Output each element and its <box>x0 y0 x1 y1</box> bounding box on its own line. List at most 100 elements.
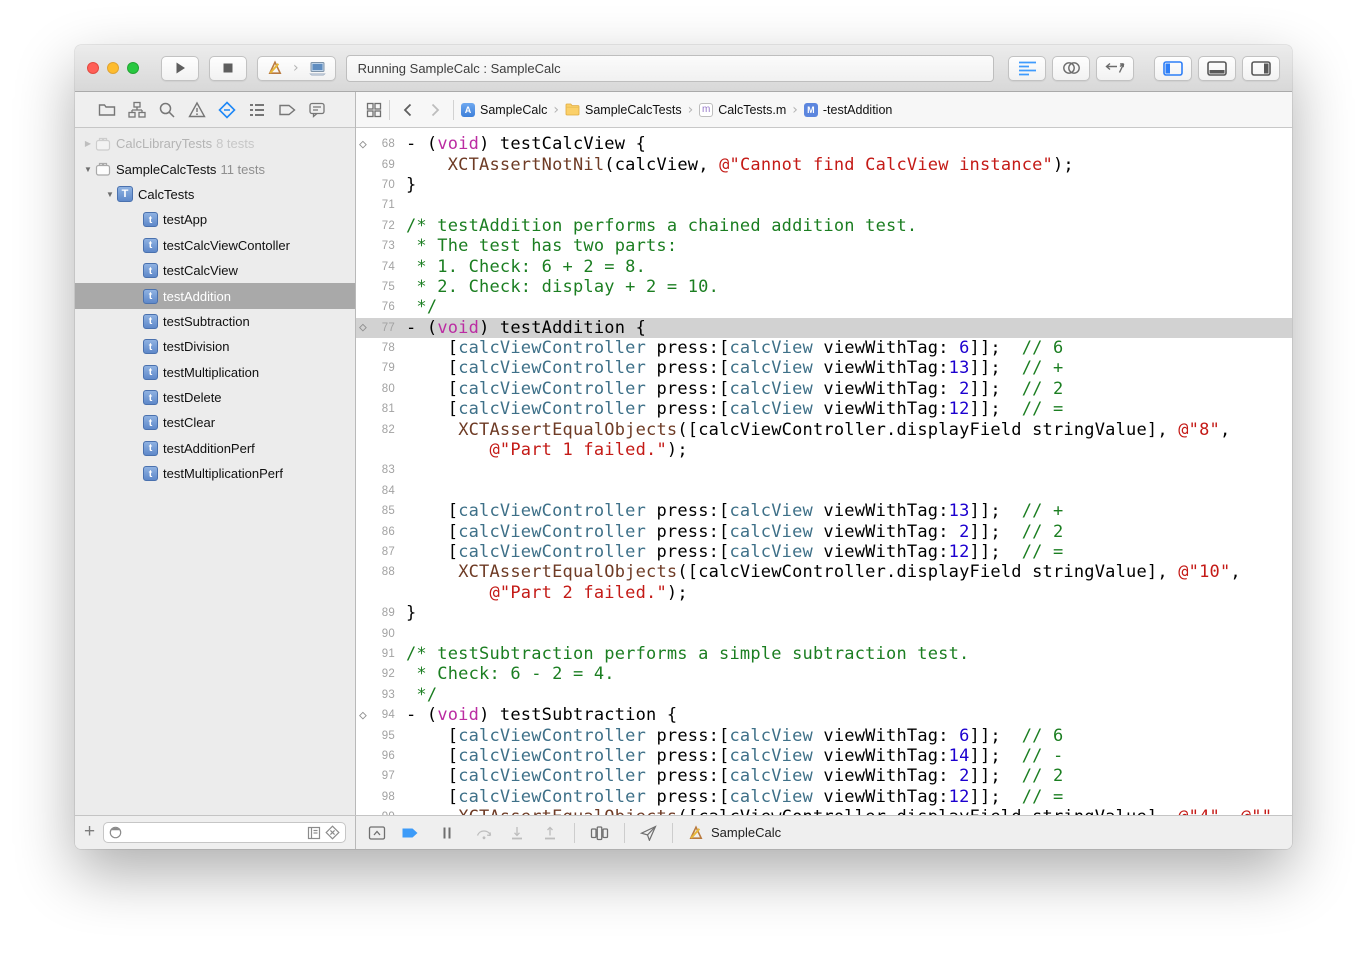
gutter[interactable]: ◇68 <box>356 138 402 151</box>
code-line[interactable]: 83 <box>356 460 1292 480</box>
test-diamond-icon[interactable]: ◇ <box>359 321 374 334</box>
gutter[interactable]: 76 <box>356 301 402 313</box>
standard-editor-button[interactable] <box>1008 56 1046 81</box>
issue-navigator-tab[interactable] <box>187 100 207 120</box>
gutter[interactable]: 95 <box>356 730 402 742</box>
stop-button[interactable] <box>209 56 247 81</box>
code-line[interactable]: 79 [calcViewController press:[calcView v… <box>356 358 1292 378</box>
run-button[interactable] <box>161 56 199 81</box>
test-navigator-row[interactable]: ttestClear <box>75 410 355 435</box>
test-navigator-row[interactable]: ▼SampleCalcTests11 tests <box>75 156 355 181</box>
close-button[interactable] <box>87 62 99 74</box>
scheme-selector[interactable]: › <box>257 56 336 81</box>
code-line[interactable]: 82 XCTAssertEqualObjects([calcViewContro… <box>356 419 1292 439</box>
code-line[interactable]: 86 [calcViewController press:[calcView v… <box>356 521 1292 541</box>
find-navigator-tab[interactable] <box>157 100 177 120</box>
step-over-button[interactable] <box>475 825 493 841</box>
gutter[interactable]: 73 <box>356 240 402 252</box>
code-line[interactable]: 69 XCTAssertNotNil(calcView, @"Cannot fi… <box>356 154 1292 174</box>
test-navigator-row[interactable]: ttestCalcView <box>75 258 355 283</box>
gutter[interactable]: 78 <box>356 342 402 354</box>
disclosure-triangle-icon[interactable]: ▶ <box>81 139 95 148</box>
version-editor-button[interactable] <box>1096 56 1134 81</box>
gutter[interactable]: 93 <box>356 689 402 701</box>
toggle-utilities-button[interactable] <box>1242 56 1280 81</box>
gutter[interactable]: 80 <box>356 383 402 395</box>
gutter[interactable]: 82 <box>356 424 402 436</box>
gutter[interactable]: 71 <box>356 199 402 211</box>
test-navigator-row[interactable]: ttestAddition <box>75 283 355 308</box>
gutter[interactable]: 79 <box>356 362 402 374</box>
test-diamond-icon[interactable]: ◇ <box>359 138 374 151</box>
gutter[interactable]: 89 <box>356 607 402 619</box>
code-line[interactable]: 93 */ <box>356 685 1292 705</box>
disclosure-triangle-icon[interactable]: ▼ <box>81 165 95 174</box>
code-line[interactable]: @"Part 1 failed."); <box>356 440 1292 460</box>
code-line[interactable]: 85 [calcViewController press:[calcView v… <box>356 501 1292 521</box>
code-line[interactable]: 81 [calcViewController press:[calcView v… <box>356 399 1292 419</box>
step-into-button[interactable] <box>508 825 526 841</box>
test-navigator-row[interactable]: ▼TCalcTests <box>75 182 355 207</box>
code-line[interactable]: 88 XCTAssertEqualObjects([calcViewContro… <box>356 562 1292 582</box>
gutter[interactable]: 90 <box>356 628 402 640</box>
gutter[interactable]: 70 <box>356 179 402 191</box>
pause-button[interactable] <box>440 825 454 841</box>
symbol-navigator-tab[interactable] <box>127 100 147 120</box>
debug-process-item[interactable]: SampleCalc <box>688 825 781 841</box>
code-line[interactable]: ◇77- (void) testAddition { <box>356 318 1292 338</box>
breadcrumb-item[interactable]: mCalcTests.m <box>699 103 786 117</box>
toggle-navigator-button[interactable] <box>1154 56 1192 81</box>
gutter[interactable]: 72 <box>356 220 402 232</box>
gutter[interactable]: 75 <box>356 281 402 293</box>
test-navigator-row[interactable]: ttestDelete <box>75 385 355 410</box>
code-line[interactable]: 74 * 1. Check: 6 + 2 = 8. <box>356 256 1292 276</box>
show-scheme-tests-icon[interactable] <box>307 826 321 840</box>
code-line[interactable]: 73 * The test has two parts: <box>356 236 1292 256</box>
breakpoint-navigator-tab[interactable] <box>277 100 297 120</box>
gutter[interactable]: ◇77 <box>356 321 402 334</box>
toggle-debug-area-button[interactable] <box>1198 56 1236 81</box>
code-line[interactable]: 80 [calcViewController press:[calcView v… <box>356 379 1292 399</box>
code-line[interactable]: 96 [calcViewController press:[calcView v… <box>356 746 1292 766</box>
code-line[interactable]: 97 [calcViewController press:[calcView v… <box>356 766 1292 786</box>
test-navigator-row[interactable]: ttestMultiplicationPerf <box>75 461 355 486</box>
gutter[interactable]: 83 <box>356 464 402 476</box>
test-diamond-icon[interactable]: ◇ <box>359 709 374 722</box>
show-failed-tests-icon[interactable] <box>325 825 340 840</box>
gutter[interactable]: 88 <box>356 566 402 578</box>
breakpoints-toggle-button[interactable] <box>401 825 419 841</box>
add-button[interactable]: + <box>84 822 95 841</box>
assistant-editor-button[interactable] <box>1052 56 1090 81</box>
code-line[interactable]: 92 * Check: 6 - 2 = 4. <box>356 664 1292 684</box>
zoom-button[interactable] <box>127 62 139 74</box>
gutter[interactable]: 84 <box>356 485 402 497</box>
test-navigator-row[interactable]: ttestSubtraction <box>75 309 355 334</box>
test-navigator-row[interactable]: ttestDivision <box>75 334 355 359</box>
code-line[interactable]: 72/* testAddition performs a chained add… <box>356 216 1292 236</box>
breadcrumb-item[interactable]: M-testAddition <box>804 103 892 117</box>
gutter[interactable]: 91 <box>356 648 402 660</box>
test-navigator-row[interactable]: ttestCalcViewContoller <box>75 233 355 258</box>
project-navigator-tab[interactable] <box>97 100 117 120</box>
gutter[interactable]: 97 <box>356 770 402 782</box>
gutter[interactable]: 87 <box>356 546 402 558</box>
code-line[interactable]: 84 <box>356 481 1292 501</box>
code-line[interactable]: 99 XCTAssertEqualObjects([calcViewContro… <box>356 807 1292 815</box>
code-line[interactable]: 78 [calcViewController press:[calcView v… <box>356 338 1292 358</box>
code-line[interactable]: 91/* testSubtraction performs a simple s… <box>356 644 1292 664</box>
disclosure-triangle-icon[interactable]: ▼ <box>103 190 117 199</box>
source-editor[interactable]: ◇68- (void) testCalcView {69 XCTAssertNo… <box>356 128 1292 815</box>
gutter[interactable]: ◇94 <box>356 709 402 722</box>
code-line[interactable]: 70} <box>356 175 1292 195</box>
test-navigator-tab[interactable] <box>217 100 237 120</box>
code-line[interactable]: 87 [calcViewController press:[calcView v… <box>356 542 1292 562</box>
code-line[interactable]: 95 [calcViewController press:[calcView v… <box>356 725 1292 745</box>
minimize-button[interactable] <box>107 62 119 74</box>
debug-view-hierarchy-button[interactable] <box>590 825 609 841</box>
test-navigator-row[interactable]: ttestAdditionPerf <box>75 436 355 461</box>
code-line[interactable]: 71 <box>356 195 1292 215</box>
gutter[interactable]: 96 <box>356 750 402 762</box>
simulate-location-button[interactable] <box>640 825 657 841</box>
gutter[interactable]: 81 <box>356 403 402 415</box>
code-line[interactable]: 76 */ <box>356 297 1292 317</box>
